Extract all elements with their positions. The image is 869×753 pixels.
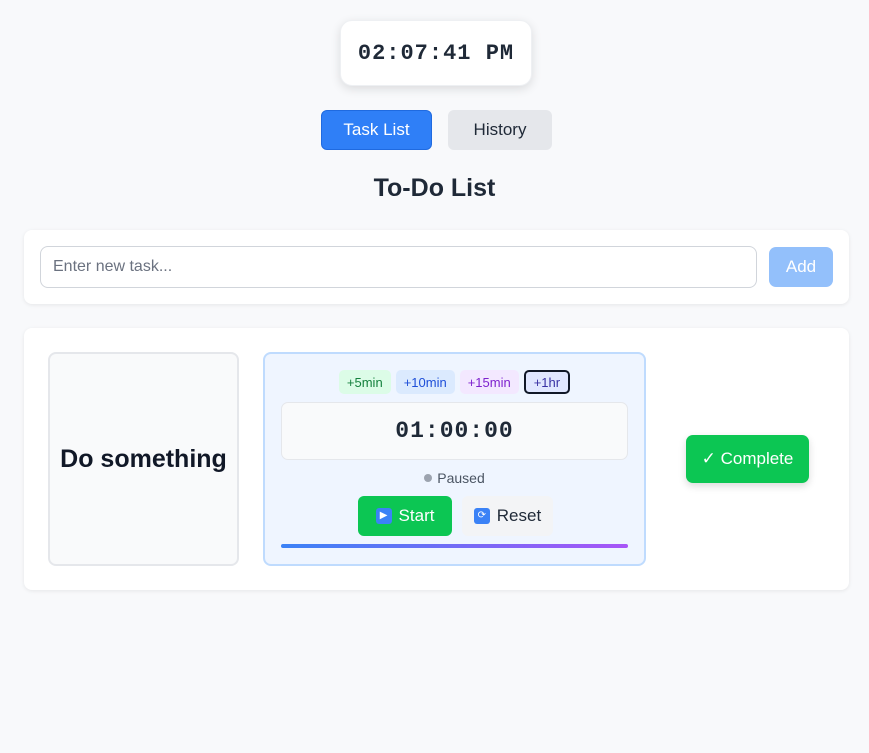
timer-progress-bar <box>281 544 628 548</box>
timer-display: 01:00:00 <box>281 402 628 460</box>
refresh-icon: ⟳ <box>473 508 490 524</box>
timer-status: Paused <box>265 470 644 486</box>
page-title: To-Do List <box>373 174 496 202</box>
add-15min-button[interactable]: +15min <box>459 370 519 394</box>
add-task-button[interactable]: Add <box>769 247 833 287</box>
complete-task-button[interactable]: ✓ Complete <box>686 435 809 483</box>
timer-status-label: Paused <box>437 470 485 486</box>
timer-increment-group: +5min +10min +15min +1hr <box>265 370 644 394</box>
start-label: Start <box>398 506 435 525</box>
new-task-input[interactable] <box>40 246 757 288</box>
play-icon: ▶ <box>375 508 392 524</box>
task-card: Do something +5min +10min +15min +1hr 01… <box>24 328 849 590</box>
reset-timer-button[interactable]: ⟳ Reset <box>462 496 553 536</box>
add-1hr-button[interactable]: +1hr <box>523 370 571 394</box>
current-time-clock: 02:07:41 PM <box>340 20 532 86</box>
timer-progress-fill <box>281 544 628 548</box>
tab-task-list[interactable]: Task List <box>321 110 432 150</box>
add-5min-button[interactable]: +5min <box>338 370 391 394</box>
add-10min-button[interactable]: +10min <box>395 370 455 394</box>
tab-history[interactable]: History <box>448 110 552 150</box>
task-name: Do something <box>48 352 239 566</box>
reset-label: Reset <box>496 506 542 525</box>
start-timer-button[interactable]: ▶ Start <box>358 496 452 536</box>
task-timer-panel: +5min +10min +15min +1hr 01:00:00 Paused… <box>263 352 646 566</box>
status-dot-icon <box>424 474 433 482</box>
new-task-card: Add <box>24 230 849 304</box>
